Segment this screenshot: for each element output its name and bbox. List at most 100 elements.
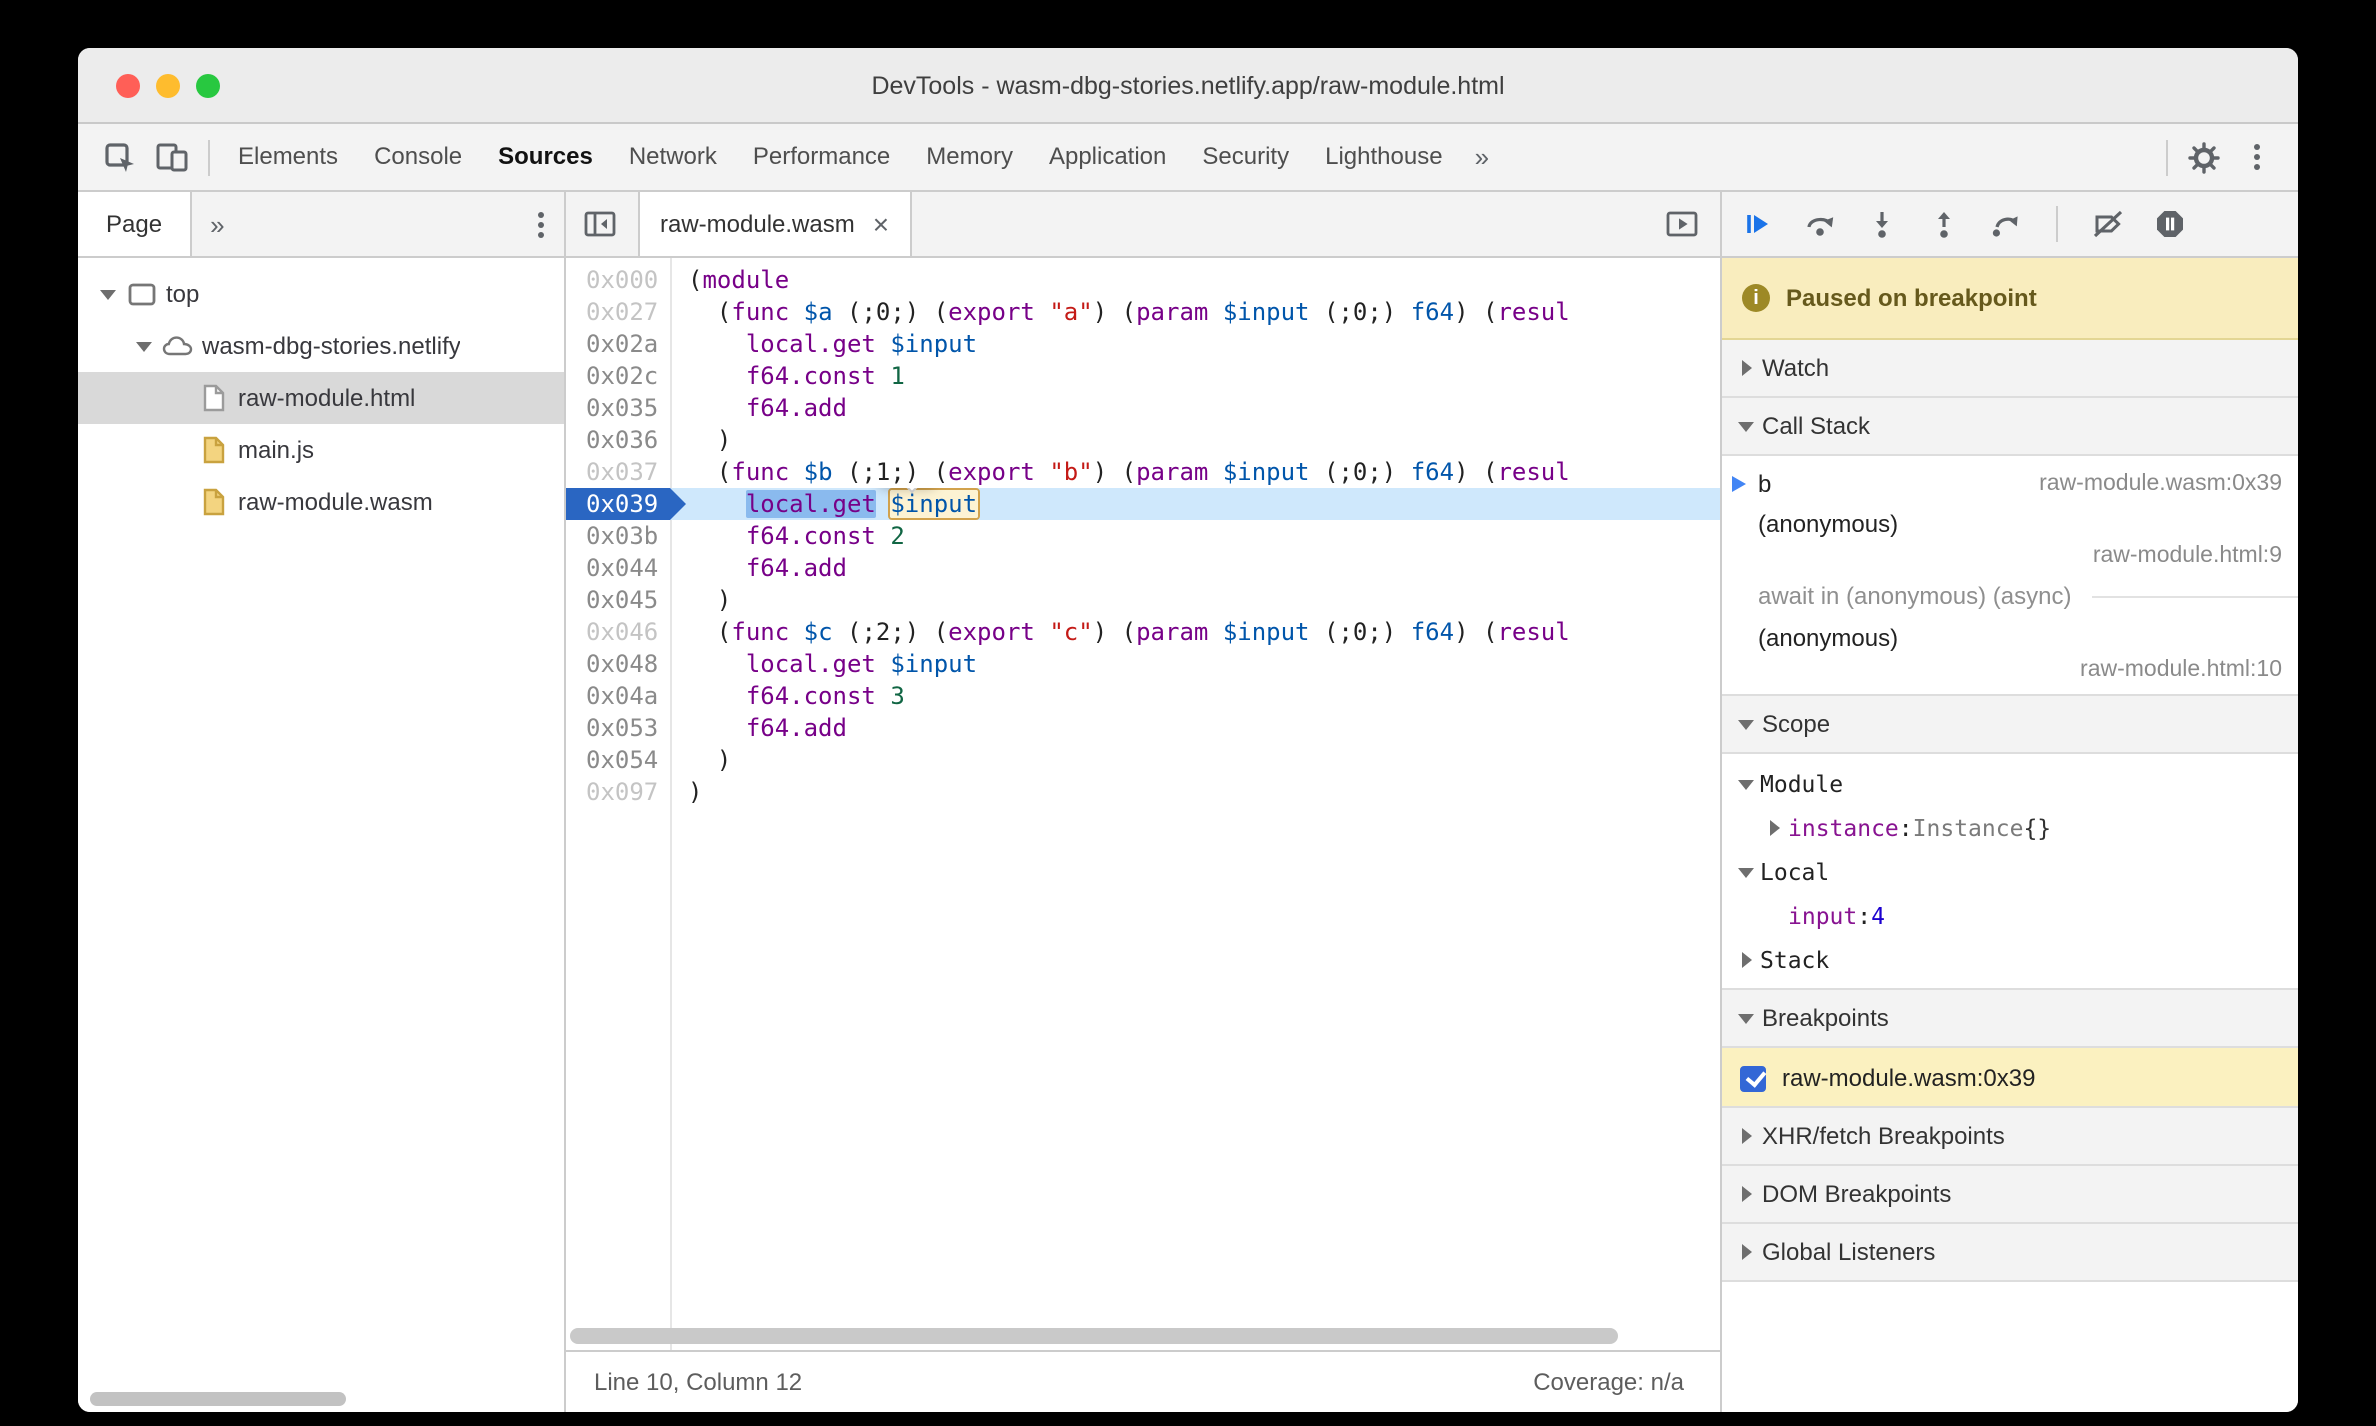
code-line[interactable]: 0x02a local.get $input xyxy=(566,328,1720,360)
section-label: Watch xyxy=(1762,354,1830,382)
code-address[interactable]: 0x04a xyxy=(566,680,670,712)
evaluated-token[interactable]: $input4 xyxy=(890,490,978,518)
navigator-more-chevron[interactable]: » xyxy=(192,209,242,239)
scope-group-local[interactable]: Local xyxy=(1722,850,2298,894)
close-window-button[interactable] xyxy=(116,73,140,97)
minimize-window-button[interactable] xyxy=(156,73,180,97)
editor-tab-raw-module-wasm[interactable]: raw-module.wasm × xyxy=(638,192,912,256)
code-address[interactable]: 0x053 xyxy=(566,712,670,744)
section-watch-header[interactable]: Watch xyxy=(1722,340,2298,398)
tree-item-raw-module-wasm[interactable]: raw-module.wasm xyxy=(78,476,564,528)
code-line[interactable]: 0x027 (func $a (;0;) (export "a") (param… xyxy=(566,296,1720,328)
devtools-content: Page » top wasm-dbg-stories.netlify raw-mo… xyxy=(78,192,2298,1412)
navigator-hscrollbar-thumb[interactable] xyxy=(90,1392,346,1406)
status-line-column: Line 10, Column 12 xyxy=(594,1368,803,1396)
code-address[interactable]: 0x048 xyxy=(566,648,670,680)
call-stack-frame[interactable]: b raw-module.wasm:0x39 xyxy=(1722,462,2298,506)
step-button[interactable] xyxy=(1984,202,2028,246)
code-address[interactable]: 0x027 xyxy=(566,296,670,328)
more-tabs-button[interactable]: » xyxy=(1461,142,1503,172)
scope-group-stack[interactable]: Stack xyxy=(1722,938,2298,982)
code-address[interactable]: 0x02a xyxy=(566,328,670,360)
code-line[interactable]: 0x000 (module xyxy=(566,264,1720,296)
code-line[interactable]: 0x053 f64.add xyxy=(566,712,1720,744)
code-line[interactable]: 0x037 (func $b (;1;) (export "b") (param… xyxy=(566,456,1720,488)
scope-group-module[interactable]: Module xyxy=(1722,762,2298,806)
screen: DevTools - wasm-dbg-stories.netlify.app/… xyxy=(0,0,2376,1426)
code-line[interactable]: 0x04a f64.const 3 xyxy=(566,680,1720,712)
section-scope-header[interactable]: Scope xyxy=(1722,694,2298,754)
tree-item-wasm-dbg-stories-netlify[interactable]: wasm-dbg-stories.netlify xyxy=(78,320,564,372)
tab-elements[interactable]: Elements xyxy=(220,124,356,190)
step-over-button[interactable] xyxy=(1798,202,1842,246)
scope-prop-input[interactable]: input: 4 xyxy=(1722,894,2298,938)
tab-close-icon[interactable]: × xyxy=(873,210,889,238)
tree-item-top[interactable]: top xyxy=(78,268,564,320)
code-address[interactable]: 0x03b xyxy=(566,520,670,552)
code-line[interactable]: 0x046 (func $c (;2;) (export "c") (param… xyxy=(566,616,1720,648)
zoom-window-button[interactable] xyxy=(196,73,220,97)
toggle-debugger-sidebar-icon[interactable] xyxy=(1656,198,1708,250)
editor-hscrollbar-thumb[interactable] xyxy=(570,1328,1618,1344)
tab-lighthouse[interactable]: Lighthouse xyxy=(1307,124,1460,190)
settings-gear-icon[interactable] xyxy=(2178,131,2230,183)
inspect-element-icon[interactable] xyxy=(94,131,146,183)
code-line[interactable]: 0x054 ) xyxy=(566,744,1720,776)
code-line[interactable]: 0x044 f64.add xyxy=(566,552,1720,584)
tab-network[interactable]: Network xyxy=(611,124,735,190)
call-stack-frame[interactable]: (anonymous) raw-module.html:10 xyxy=(1722,620,2298,686)
code-line[interactable]: 0x035 f64.add xyxy=(566,392,1720,424)
pause-on-exceptions-button[interactable] xyxy=(2148,202,2192,246)
tab-sources[interactable]: Sources xyxy=(480,124,611,190)
resume-button[interactable] xyxy=(1736,202,1780,246)
code-address[interactable]: 0x000 xyxy=(566,264,670,296)
section-dom-breakpoints-header[interactable]: DOM Breakpoints xyxy=(1722,1164,2298,1224)
navigator-kebab-icon[interactable] xyxy=(538,211,544,237)
code-address[interactable]: 0x054 xyxy=(566,744,670,776)
section-breakpoints-header[interactable]: Breakpoints xyxy=(1722,988,2298,1048)
section-xhr-fetch-breakpoints-header[interactable]: XHR/fetch Breakpoints xyxy=(1722,1106,2298,1166)
deactivate-breakpoints-button[interactable] xyxy=(2086,202,2130,246)
code-line[interactable]: 0x097) xyxy=(566,776,1720,808)
code-address[interactable]: 0x036 xyxy=(566,424,670,456)
code-line[interactable]: 0x039 local.get $input4 xyxy=(566,488,1720,520)
tree-item-main-js[interactable]: main.js xyxy=(78,424,564,476)
breakpoint-item[interactable]: raw-module.wasm:0x39 xyxy=(1722,1048,2298,1108)
step-into-button[interactable] xyxy=(1860,202,1904,246)
code-line[interactable]: 0x048 local.get $input xyxy=(566,648,1720,680)
code-address[interactable]: 0x046 xyxy=(566,616,670,648)
collapse-navigator-icon[interactable] xyxy=(574,198,626,250)
code-text: ) xyxy=(688,426,732,454)
call-stack-frame[interactable]: (anonymous) raw-module.html:9 xyxy=(1722,506,2298,572)
code-line[interactable]: 0x03b f64.const 2 xyxy=(566,520,1720,552)
frame-name: b xyxy=(1758,470,1772,498)
code-line[interactable]: 0x045 ) xyxy=(566,584,1720,616)
breakpoint-checkbox[interactable] xyxy=(1740,1065,1766,1091)
code-address[interactable]: 0x02c xyxy=(566,360,670,392)
code-address[interactable]: 0x045 xyxy=(566,584,670,616)
tab-console[interactable]: Console xyxy=(356,124,480,190)
code-line[interactable]: 0x036 ) xyxy=(566,424,1720,456)
tab-performance[interactable]: Performance xyxy=(735,124,908,190)
triangle-slot xyxy=(1732,1013,1760,1023)
code-address[interactable]: 0x037 xyxy=(566,456,670,488)
step-out-button[interactable] xyxy=(1922,202,1966,246)
tree-item-raw-module-html[interactable]: raw-module.html xyxy=(78,372,564,424)
navigator-tab-page[interactable]: Page xyxy=(78,192,193,256)
code-address[interactable]: 0x039 xyxy=(566,488,686,520)
editor-hscrollbar[interactable] xyxy=(570,1328,1696,1344)
section-global-listeners-header[interactable]: Global Listeners xyxy=(1722,1222,2298,1282)
section-call-stack-header[interactable]: Call Stack xyxy=(1722,396,2298,456)
code-address[interactable]: 0x044 xyxy=(566,552,670,584)
frame-icon xyxy=(122,282,160,306)
toolbar-kebab-icon[interactable] xyxy=(2230,131,2282,183)
code-line[interactable]: 0x02c f64.const 1 xyxy=(566,360,1720,392)
device-toolbar-icon[interactable] xyxy=(146,131,198,183)
scope-prop-instance[interactable]: instance: Instance {} xyxy=(1722,806,2298,850)
tab-application[interactable]: Application xyxy=(1031,124,1184,190)
code-text: f64.const 3 xyxy=(745,682,905,710)
code-address[interactable]: 0x035 xyxy=(566,392,670,424)
code-address[interactable]: 0x097 xyxy=(566,776,670,808)
tab-security[interactable]: Security xyxy=(1184,124,1307,190)
tab-memory[interactable]: Memory xyxy=(908,124,1031,190)
